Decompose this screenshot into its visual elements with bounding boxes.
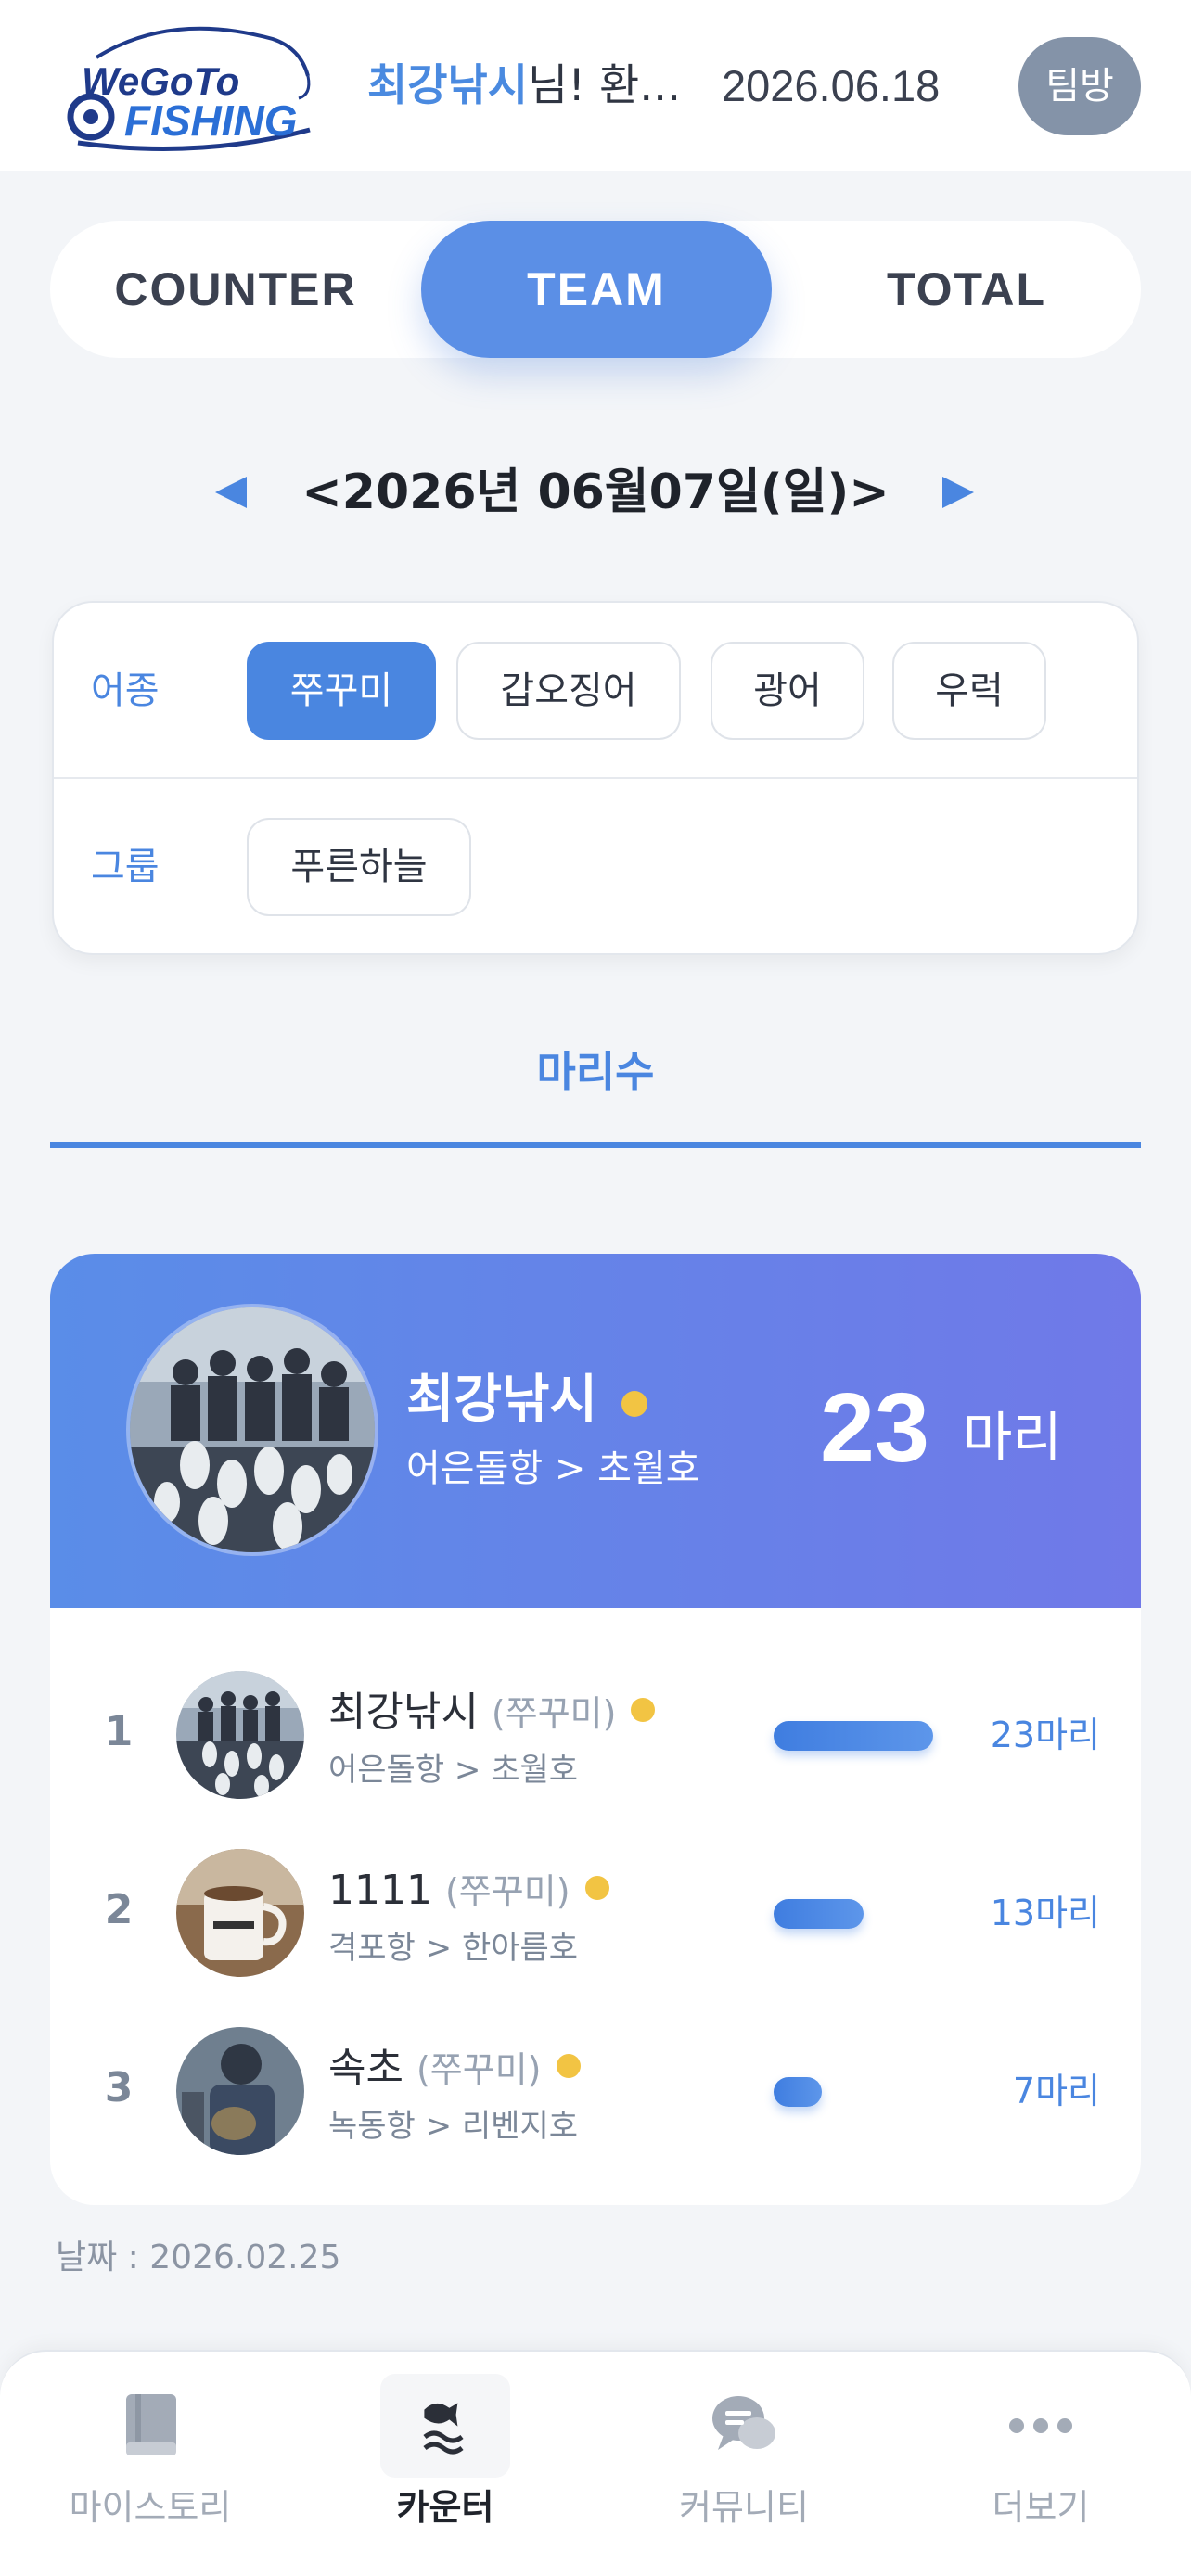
wegoto-fishing-logo[interactable]: WeGoTo FISHING	[59, 20, 338, 159]
top-ranker-unit: 마리	[963, 1406, 1062, 1469]
tab-underline	[50, 1142, 1141, 1148]
nav-more[interactable]: 더보기	[911, 2389, 1171, 2556]
species-tag: (쭈꾸미)	[416, 2049, 542, 2090]
group-chip-pureunhaneul[interactable]: 푸른하늘	[247, 818, 471, 916]
ranking-row[interactable]: 1 최강낚시 (쭈꾸미) 어은돌항 > 초월호 23마리	[50, 1641, 1141, 1819]
header-date: 2026.06.18	[722, 61, 941, 110]
rank-number: 3	[104, 2064, 134, 2111]
nav-label: 카운터	[396, 2487, 494, 2528]
catch-count: 7마리	[1012, 2071, 1100, 2111]
fish-wave-icon	[423, 2403, 464, 2455]
filter-card: 어종 쭈꾸미 갑오징어 광어 우럭 그룹 푸른하늘	[52, 601, 1139, 955]
mode-segment-control: COUNTER TEAM TOTAL	[50, 221, 1141, 358]
catch-bar	[774, 1721, 933, 1751]
group-filter-label: 그룹	[91, 846, 160, 888]
species-chip-gwangeo[interactable]: 광어	[711, 642, 864, 740]
chat-bubbles-icon	[712, 2396, 775, 2450]
catch-bar	[774, 1899, 864, 1929]
group-filter-row: 그룹 푸른하늘	[54, 779, 1137, 955]
user-name: 1111 (쭈꾸미)	[328, 1858, 609, 1923]
online-status-dot	[556, 2054, 581, 2078]
greeting-suffix: 님! 환...	[527, 60, 682, 111]
nav-mystory[interactable]: 마이스토리	[20, 2389, 280, 2556]
team-room-button[interactable]: 팀방	[1018, 37, 1141, 135]
online-status-dot	[584, 1876, 609, 1900]
nav-label: 더보기	[992, 2487, 1090, 2528]
ranking-card: 최강낚시 어은돌항 > 초월호 23 마리 1 최강낚시 (쭈꾸미) 어은돌항 …	[50, 1254, 1141, 2205]
tab-counter[interactable]: COUNTER	[50, 221, 421, 358]
app-header: WeGoTo FISHING 최강낚시님! 환... 2026.06.18 팀방	[0, 0, 1191, 171]
user-location: 녹동항 > 리벤지호	[328, 2108, 579, 2145]
user-avatar	[176, 1671, 304, 1799]
user-location: 어은돌항 > 초월호	[328, 1752, 579, 1789]
top-ranker-name: 최강낚시	[406, 1370, 598, 1430]
catch-count: 23마리	[990, 1715, 1100, 1755]
nav-counter[interactable]: 카운터	[315, 2374, 575, 2556]
online-status-dot	[631, 1698, 656, 1722]
catch-bar-track	[774, 2077, 933, 2107]
species-filter-label: 어종	[91, 670, 160, 712]
greeting-text: 최강낚시님! 환...	[367, 54, 692, 119]
top-ranker-banner[interactable]: 최강낚시 어은돌항 > 초월호 23 마리	[50, 1254, 1141, 1608]
catch-bar-track	[774, 1899, 933, 1929]
top-ranker-avatar	[126, 1304, 378, 1556]
more-dots-icon	[1009, 2418, 1072, 2433]
data-date-note: 날짜 : 2026.02.25	[56, 2238, 341, 2276]
species-chip-jjukkumi[interactable]: 쭈꾸미	[247, 642, 436, 740]
selected-date[interactable]: <2026년 06월07일(일)>	[278, 451, 913, 534]
online-status-dot	[621, 1391, 647, 1417]
user-avatar	[176, 1849, 304, 1977]
user-avatar	[176, 2027, 304, 2155]
tab-total[interactable]: TOTAL	[792, 221, 1141, 358]
rank-number: 2	[104, 1886, 134, 1933]
date-navigator: <2026년 06월07일(일)>	[0, 451, 1191, 534]
book-icon	[126, 2394, 176, 2455]
bottom-navigation: 마이스토리 카운터 커뮤니티 더보기	[0, 2350, 1191, 2576]
ranking-row[interactable]: 3 속초 (쭈꾸미) 녹동항 > 리벤지호 7마리	[50, 1997, 1141, 2175]
user-name-text: 속초	[328, 2045, 403, 2092]
user-name: 속초 (쭈꾸미)	[328, 2036, 581, 2101]
species-chip-gabojingeo[interactable]: 갑오징어	[456, 642, 681, 740]
catch-count: 13마리	[990, 1893, 1100, 1933]
nav-community[interactable]: 커뮤니티	[614, 2389, 874, 2556]
nav-label: 커뮤니티	[679, 2487, 809, 2528]
tab-catch-count[interactable]: 마리수	[50, 1035, 1141, 1109]
top-ranker-count: 23	[820, 1373, 929, 1483]
user-name-text: 최강낚시	[328, 1689, 479, 1736]
tab-team[interactable]: TEAM	[421, 221, 772, 358]
ranking-row[interactable]: 2 1111 (쭈꾸미) 격포항 > 한아름호 13마리	[50, 1819, 1141, 1997]
logo-text-fishing: FISHING	[124, 96, 298, 145]
species-chip-ureok[interactable]: 우럭	[892, 642, 1046, 740]
species-tag: (쭈꾸미)	[491, 1693, 617, 1734]
nav-label: 마이스토리	[69, 2487, 232, 2528]
top-ranker-location: 어은돌항 > 초월호	[406, 1447, 700, 1490]
catch-bar-track	[774, 1721, 933, 1751]
user-name-text: 1111	[328, 1867, 432, 1914]
previous-date-arrow-icon[interactable]	[215, 477, 247, 508]
species-filter-row: 어종 쭈꾸미 갑오징어 광어 우럭	[54, 603, 1137, 779]
greeting-user-name: 최강낚시	[367, 60, 528, 111]
catch-bar	[774, 2077, 822, 2107]
user-location: 격포항 > 한아름호	[328, 1930, 579, 1967]
rank-number: 1	[104, 1708, 134, 1755]
species-tag: (쭈꾸미)	[444, 1871, 570, 1912]
user-name: 최강낚시 (쭈꾸미)	[328, 1680, 656, 1745]
next-date-arrow-icon[interactable]	[942, 477, 974, 508]
